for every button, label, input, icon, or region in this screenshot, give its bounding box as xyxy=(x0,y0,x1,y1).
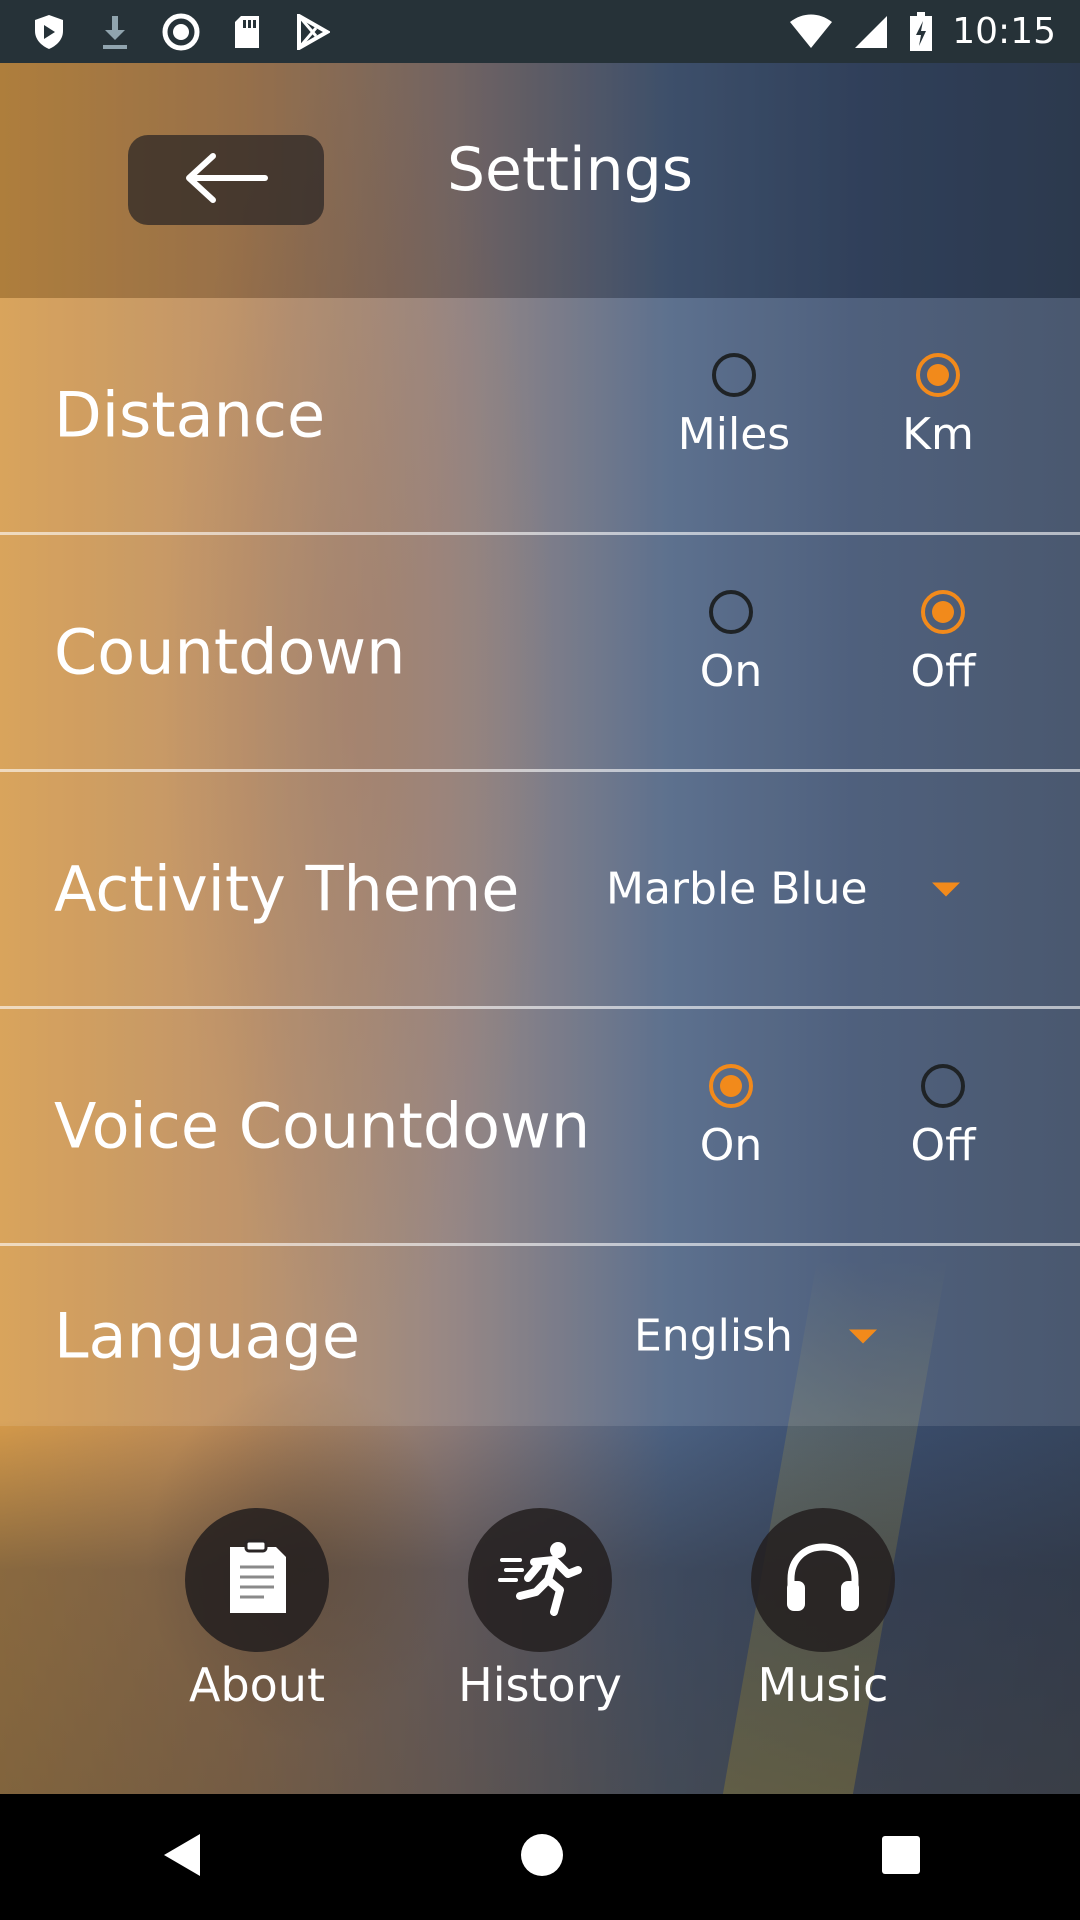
setting-label-language: Language xyxy=(54,1299,360,1373)
radio-button-countdown-on[interactable] xyxy=(709,590,753,634)
radio-label-countdown-on: On xyxy=(699,646,763,697)
status-left-icons xyxy=(0,13,332,51)
battery-charging-icon xyxy=(908,11,934,51)
shield-icon xyxy=(30,13,68,51)
nav-label-music: Music xyxy=(757,1658,889,1712)
radio-label-km: Km xyxy=(902,409,974,460)
play-store-icon xyxy=(294,13,332,51)
radio-button-voice-off[interactable] xyxy=(921,1064,965,1108)
radio-option-countdown-off[interactable]: Off xyxy=(863,590,1023,697)
dropdown-caret-icon xyxy=(848,1329,877,1343)
radio-label-voice-on: On xyxy=(699,1120,763,1171)
radio-option-voice-off[interactable]: Off xyxy=(863,1064,1023,1171)
document-icon xyxy=(224,1539,290,1621)
history-button[interactable] xyxy=(468,1508,612,1652)
radio-button-countdown-off[interactable] xyxy=(921,590,965,634)
setting-label-voice-countdown: Voice Countdown xyxy=(54,1089,591,1163)
radio-button-km[interactable] xyxy=(916,353,960,397)
download-icon xyxy=(96,13,134,51)
radio-button-miles[interactable] xyxy=(712,353,756,397)
setting-label-countdown: Countdown xyxy=(54,615,406,689)
nav-item-history[interactable]: History xyxy=(440,1508,640,1712)
radio-option-km[interactable]: Km xyxy=(858,353,1018,460)
radio-label-countdown-off: Off xyxy=(910,646,976,697)
status-clock: 10:15 xyxy=(952,11,1056,52)
record-icon xyxy=(162,13,200,51)
radio-label-miles: Miles xyxy=(677,409,791,460)
nav-label-about: About xyxy=(188,1658,325,1712)
nav-label-history: History xyxy=(458,1658,622,1712)
language-dropdown[interactable]: English xyxy=(634,1311,877,1362)
system-nav-bar xyxy=(0,1794,1080,1920)
dropdown-caret-icon xyxy=(931,882,960,896)
radio-option-voice-on[interactable]: On xyxy=(651,1064,811,1171)
setting-label-activity-theme: Activity Theme xyxy=(54,852,520,926)
signal-icon xyxy=(852,13,890,51)
radio-option-countdown-on[interactable]: On xyxy=(651,590,811,697)
setting-row-distance: Distance Miles Km xyxy=(0,298,1080,535)
setting-row-activity-theme: Activity Theme Marble Blue xyxy=(0,772,1080,1009)
settings-list: Distance Miles Km Countdown On Off Activ… xyxy=(0,298,1080,1426)
bottom-nav: About History Music xyxy=(0,1508,1080,1712)
activity-theme-dropdown[interactable]: Marble Blue xyxy=(606,864,960,915)
setting-row-voice-countdown: Voice Countdown On Off xyxy=(0,1009,1080,1246)
setting-row-countdown: Countdown On Off xyxy=(0,535,1080,772)
app-header: Settings xyxy=(0,63,1080,298)
nav-item-music[interactable]: Music xyxy=(723,1508,923,1712)
page-title: Settings xyxy=(446,135,694,205)
sd-card-icon xyxy=(228,13,266,51)
radio-label-voice-off: Off xyxy=(910,1120,976,1171)
language-value: English xyxy=(634,1310,793,1362)
radio-option-miles[interactable]: Miles xyxy=(654,353,814,460)
status-bar: 10:15 xyxy=(0,0,1080,63)
activity-theme-value: Marble Blue xyxy=(606,863,868,915)
home-circle-icon[interactable] xyxy=(519,1832,565,1882)
back-triangle-icon[interactable] xyxy=(158,1830,204,1884)
radio-button-voice-on[interactable] xyxy=(709,1064,753,1108)
setting-row-language: Language English xyxy=(0,1246,1080,1426)
setting-label-distance: Distance xyxy=(54,378,326,452)
recents-square-icon[interactable] xyxy=(880,1834,922,1880)
headphones-icon xyxy=(783,1541,863,1619)
wifi-icon xyxy=(788,13,834,51)
status-right-icons: 10:15 xyxy=(788,11,1080,52)
music-button[interactable] xyxy=(751,1508,895,1652)
nav-item-about[interactable]: About xyxy=(157,1508,357,1712)
about-button[interactable] xyxy=(185,1508,329,1652)
runner-icon xyxy=(498,1540,582,1620)
